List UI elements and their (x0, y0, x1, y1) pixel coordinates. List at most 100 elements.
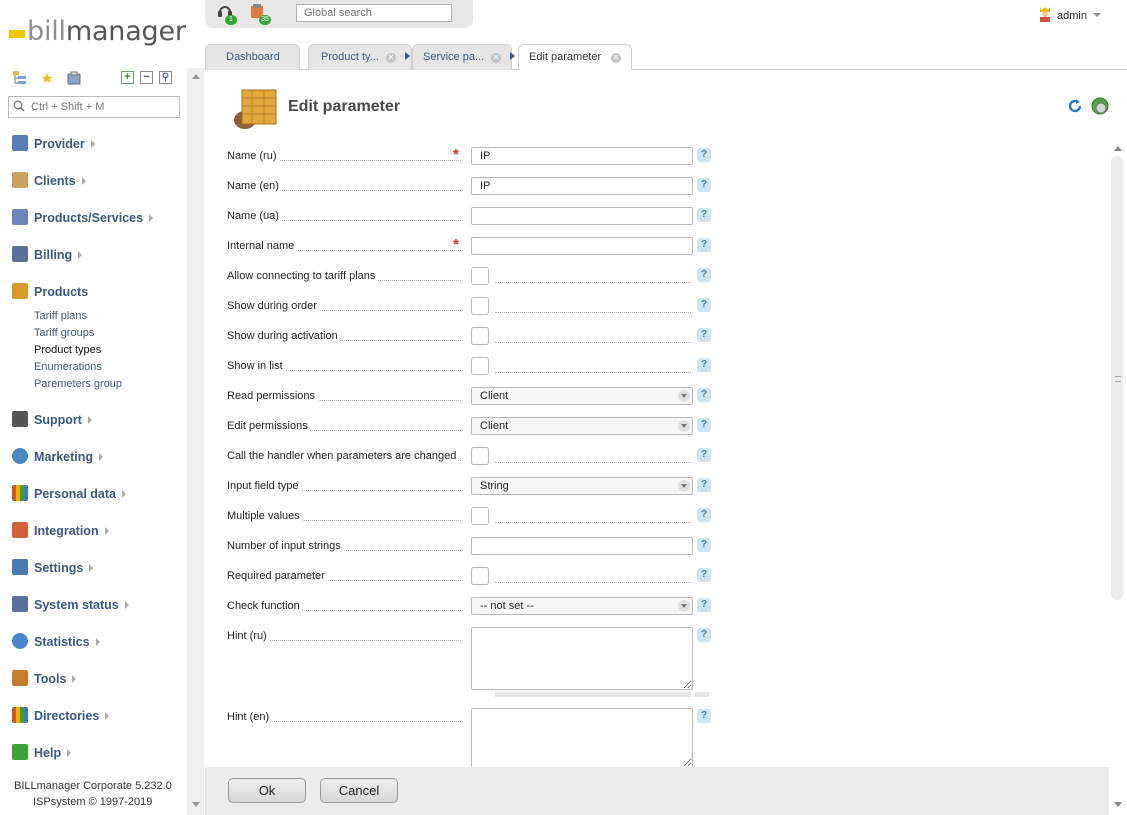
edit-permissions-label: Edit permissions (227, 420, 310, 432)
allow-tariff-checkbox[interactable] (471, 267, 489, 285)
help-question-icon[interactable]: ? (697, 538, 711, 552)
scroll-down-icon[interactable] (192, 802, 200, 807)
menu-item-directories[interactable]: Directories (12, 706, 182, 726)
input-field-type-select[interactable]: String (471, 477, 693, 495)
required-parameter-checkbox[interactable] (471, 567, 489, 585)
sidebar-scrollbar[interactable] (187, 68, 204, 815)
help-question-icon[interactable]: ? (697, 448, 711, 462)
menu-item-settings[interactable]: Settings (12, 558, 182, 578)
cancel-button[interactable]: Cancel (320, 778, 398, 803)
submenu-enumerations[interactable]: Enumerations (34, 360, 102, 374)
product-type-icon (232, 84, 280, 130)
menu-item-integration[interactable]: Integration (12, 521, 182, 541)
help-question-icon[interactable]: ? (697, 508, 711, 522)
menu-item-marketing[interactable]: Marketing (12, 447, 182, 467)
help-question-icon[interactable]: ? (697, 268, 711, 282)
show-order-checkbox[interactable] (471, 297, 489, 315)
help-question-icon[interactable]: ? (697, 418, 711, 432)
menu-item-tools[interactable]: Tools (12, 669, 182, 689)
logo-suffix: manager (65, 16, 186, 47)
chevron-right-icon (121, 490, 126, 498)
search-icon (13, 100, 25, 112)
menu-item-statistics[interactable]: Statistics (12, 632, 182, 652)
menu-item-help[interactable]: Help (12, 743, 182, 763)
tab-product-types[interactable]: Product ty... ✕ (308, 44, 412, 70)
close-icon[interactable]: ✕ (386, 53, 396, 63)
close-icon[interactable]: ✕ (491, 53, 501, 63)
help-question-icon[interactable]: ? (697, 628, 711, 642)
logo[interactable]: billmanager (8, 16, 186, 48)
content-scrollbar[interactable] (1109, 140, 1127, 815)
submenu-product-types[interactable]: Product types (34, 343, 101, 357)
refresh-icon[interactable] (1067, 98, 1083, 114)
tab-dashboard[interactable]: Dashboard (205, 44, 300, 70)
menu-item-provider[interactable]: Provider (12, 134, 182, 154)
scroll-up-icon[interactable] (1114, 146, 1122, 151)
ok-button[interactable]: Ok (228, 778, 306, 803)
close-icon[interactable]: ✕ (611, 53, 621, 63)
favorites-star-icon[interactable]: ★ (39, 70, 55, 86)
menu-search[interactable] (8, 96, 180, 118)
tab-service-parameters[interactable]: Service pa... ✕ (412, 44, 512, 70)
chevron-right-icon (99, 453, 104, 461)
help-question-icon[interactable]: ? (697, 709, 711, 723)
help-question-icon[interactable]: ? (697, 598, 711, 612)
help-question-icon[interactable]: ? (697, 208, 711, 222)
hint-ru-textarea[interactable] (471, 627, 693, 690)
help-question-icon[interactable]: ? (697, 238, 711, 252)
call-handler-checkbox[interactable] (471, 447, 489, 465)
menu-item-system-status[interactable]: System status (12, 595, 182, 615)
row-allow-tariff: Allow connecting to tariff plans ? (227, 266, 717, 286)
show-activation-label: Show during activation (227, 330, 340, 342)
help-question-icon[interactable]: ? (697, 298, 711, 312)
menu-item-products[interactable]: Products (12, 282, 182, 302)
help-question-icon[interactable]: ? (697, 568, 711, 582)
help-question-icon[interactable]: ? (697, 178, 711, 192)
scroll-up-icon[interactable] (192, 74, 200, 79)
help-globe-icon[interactable] (1091, 97, 1109, 115)
required-asterisk: * (453, 236, 459, 253)
expand-all-icon[interactable]: + (121, 71, 134, 84)
menu-item-personal-data[interactable]: Personal data (12, 484, 182, 504)
help-question-icon[interactable]: ? (697, 478, 711, 492)
menu-search-input[interactable] (31, 100, 175, 114)
scroll-down-icon[interactable] (1114, 802, 1122, 807)
show-activation-checkbox[interactable] (471, 327, 489, 345)
row-show-activation: Show during activation ? (227, 326, 717, 346)
multiple-values-checkbox[interactable] (471, 507, 489, 525)
tree-view-icon[interactable] (12, 70, 28, 86)
menu-item-billing[interactable]: Billing (12, 245, 182, 265)
textarea-resize-bar[interactable] (495, 692, 691, 697)
menu-item-clients[interactable]: Clients (12, 171, 182, 191)
hint-en-textarea[interactable] (471, 708, 693, 768)
name-ru-input[interactable] (471, 147, 693, 165)
help-question-icon[interactable]: ? (697, 328, 711, 342)
dropdown-arrow-icon (678, 420, 690, 432)
help-question-icon[interactable]: ? (697, 358, 711, 372)
edit-permissions-select[interactable]: Client (471, 417, 693, 435)
tab-edit-parameter[interactable]: Edit parameter ✕ (518, 44, 632, 71)
submenu-tariff-plans[interactable]: Tariff plans (34, 309, 87, 323)
user-menu[interactable]: admin (1038, 6, 1101, 24)
name-en-input[interactable] (471, 177, 693, 195)
internal-name-input[interactable] (471, 237, 693, 255)
menu-item-products-services[interactable]: Products/Services (12, 208, 182, 228)
submenu-tariff-groups[interactable]: Tariff groups (34, 326, 94, 340)
global-search-input[interactable] (296, 4, 452, 22)
collapse-all-icon[interactable]: − (140, 71, 153, 84)
name-ua-input[interactable] (471, 207, 693, 225)
notifications-support[interactable]: 1 (217, 3, 237, 25)
submenu-parameters-group[interactable]: Paremeters group (34, 377, 122, 391)
help-question-icon[interactable]: ? (697, 388, 711, 402)
billing-icon (12, 246, 28, 262)
clipboard-icon[interactable] (66, 70, 82, 86)
check-function-select[interactable]: -- not set -- (471, 597, 693, 615)
help-question-icon[interactable]: ? (697, 148, 711, 162)
read-permissions-select[interactable]: Client (471, 387, 693, 405)
notifications-tasks[interactable]: 35 (249, 3, 271, 25)
number-input-strings-input[interactable] (471, 537, 693, 555)
show-list-checkbox[interactable] (471, 357, 489, 375)
menu-item-support[interactable]: Support (12, 410, 182, 430)
pin-icon[interactable]: ⚲ (159, 71, 172, 84)
textarea-resize-handle[interactable] (695, 692, 709, 697)
